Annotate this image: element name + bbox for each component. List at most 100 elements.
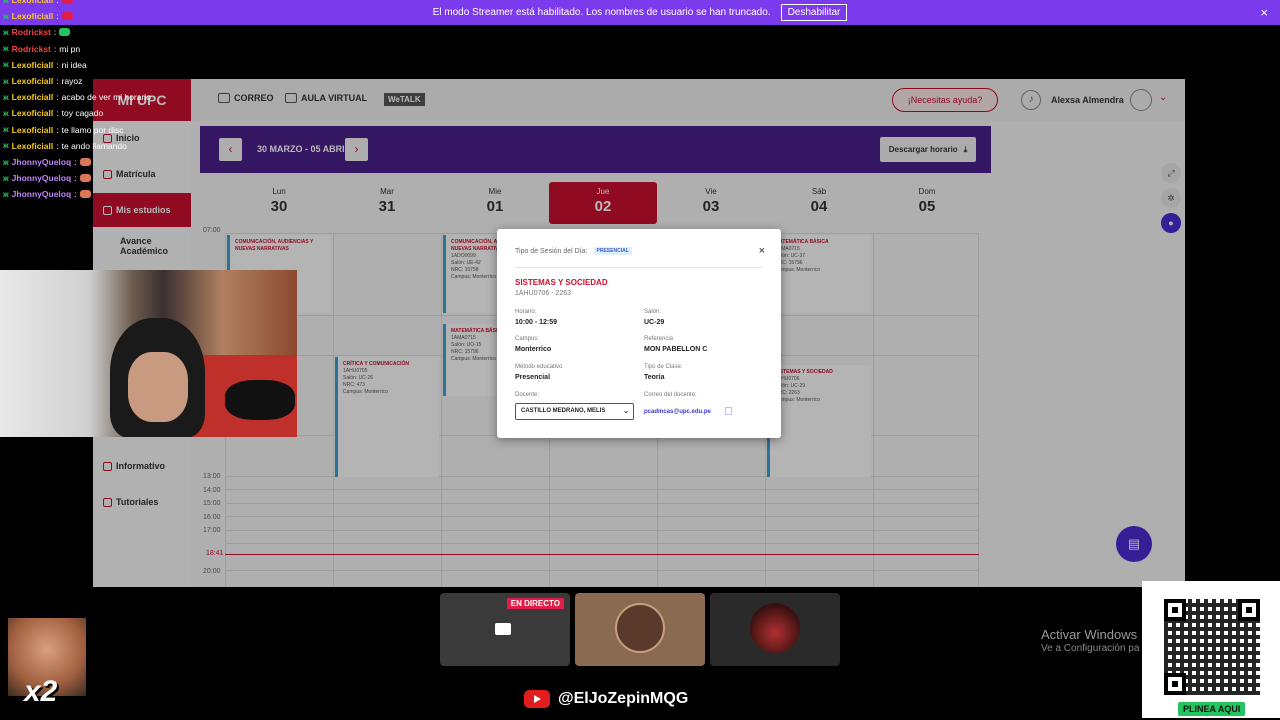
streamer-mode-banner: El modo Streamer está habilitado. Los no… bbox=[0, 0, 1280, 25]
campus-value: Monterrico bbox=[515, 346, 552, 353]
tipo-clase-label: Tipo de Clase: bbox=[644, 364, 683, 370]
chat-message: ж Rodrickst: mi pn bbox=[3, 44, 80, 54]
chat-username[interactable]: Lexoficiall bbox=[12, 92, 54, 102]
session-type-label: Tipo de Sesión del Día: bbox=[515, 247, 588, 255]
docente-label: Docente: bbox=[515, 392, 540, 398]
chat-separator: : bbox=[56, 124, 59, 135]
emote-icon bbox=[79, 174, 91, 183]
correo-label: Correo del docente: bbox=[644, 392, 697, 398]
emote-icon bbox=[79, 190, 91, 199]
horario-label: Horario: bbox=[515, 309, 537, 315]
chat-separator: : bbox=[74, 189, 77, 200]
webcam-person-face bbox=[128, 352, 188, 422]
mod-badge-icon: ж bbox=[3, 189, 9, 199]
mod-badge-icon: ж bbox=[3, 173, 9, 183]
chat-username[interactable]: JhonnyQueloq bbox=[12, 173, 72, 183]
mod-badge-icon: ж bbox=[3, 92, 9, 102]
chat-message: ж Lexoficiall: acabo de ver mi horario bbox=[3, 92, 151, 102]
chat-username[interactable]: Lexoficiall bbox=[12, 76, 54, 86]
course-title: SISTEMAS Y SOCIEDAD bbox=[515, 278, 608, 287]
qr-finder bbox=[1238, 599, 1260, 621]
chat-message: ж Lexoficiall: rayoz bbox=[3, 76, 82, 86]
close-icon[interactable]: × bbox=[759, 245, 765, 257]
qr-finder bbox=[1164, 673, 1186, 695]
divider bbox=[515, 267, 763, 268]
webcam-feed bbox=[0, 270, 297, 437]
chat-separator: : bbox=[56, 0, 59, 5]
disable-button[interactable]: Deshabilitar bbox=[780, 4, 848, 21]
mod-badge-icon: ж bbox=[3, 157, 9, 167]
mod-badge-icon: ж bbox=[3, 44, 9, 54]
referencia-label: Referencia bbox=[644, 336, 674, 342]
chat-username[interactable]: JhonnyQueloq bbox=[12, 189, 72, 199]
chat-separator: : bbox=[56, 76, 59, 86]
chat-text: te ando llamando bbox=[61, 140, 127, 151]
scene-thumbnail-night[interactable] bbox=[710, 593, 840, 666]
emote-icon bbox=[79, 158, 91, 166]
chat-separator: : bbox=[56, 140, 59, 151]
webcam-bag bbox=[225, 380, 295, 420]
salon-label: Salón: bbox=[644, 309, 662, 315]
teacher-email-link[interactable]: pcadmcas@upc.edu.pe bbox=[644, 409, 711, 415]
chat-separator: : bbox=[56, 92, 59, 103]
chat-username[interactable]: Lexoficiall bbox=[12, 0, 54, 5]
chat-separator: : bbox=[74, 173, 77, 184]
banner-message: El modo Streamer está habilitado. Los no… bbox=[432, 7, 771, 18]
chat-separator: : bbox=[56, 108, 59, 119]
emote-icon bbox=[61, 12, 73, 21]
activate-windows-title: Activar Windows bbox=[1041, 627, 1138, 642]
chat-username[interactable]: Lexoficiall bbox=[12, 60, 54, 70]
session-type: Tipo de Sesión del Día: PRESENCIAL bbox=[515, 247, 632, 255]
mod-badge-icon: ж bbox=[3, 108, 9, 118]
chat-username[interactable]: Lexoficiall bbox=[12, 11, 54, 21]
docente-select[interactable]: CASTILLO MEDRANO, MELIS ⌄ bbox=[515, 403, 634, 420]
chat-message: ж JhonnyQueloq: bbox=[3, 157, 91, 167]
course-code: 1AHU0706 - 2263 bbox=[515, 290, 572, 297]
chat-separator: : bbox=[56, 59, 59, 70]
horario-value: 10:00 - 12:59 bbox=[515, 319, 558, 326]
mod-badge-icon: ж bbox=[3, 0, 9, 5]
chat-message: ж Lexoficiall: te ando llamando bbox=[3, 141, 127, 151]
qr-code-panel: PLINEA AQUI bbox=[1142, 581, 1280, 718]
live-badge: EN DIRECTO bbox=[506, 598, 564, 609]
mod-badge-icon: ж bbox=[3, 76, 9, 86]
chat-username[interactable]: Lexoficiall bbox=[12, 141, 54, 151]
activate-windows-subtitle: Ve a Configuración pa bbox=[1041, 643, 1140, 654]
chevron-down-icon: ⌄ bbox=[623, 408, 629, 415]
x2-label: x2 bbox=[24, 675, 58, 708]
chat-text: rayoz bbox=[61, 76, 83, 86]
avatar bbox=[750, 603, 800, 653]
emote-icon bbox=[61, 0, 73, 4]
chat-separator: : bbox=[53, 27, 57, 38]
chat-message: ж Lexoficiall: toy cagado bbox=[3, 108, 103, 118]
docente-value: CASTILLO MEDRANO, MELIS bbox=[521, 408, 606, 414]
chat-message: ж Lexoficiall: te llamo por disc bbox=[3, 125, 124, 135]
campus-label: Campus: bbox=[515, 336, 540, 342]
copy-icon[interactable] bbox=[725, 407, 732, 415]
metodo-label: Método educativo bbox=[515, 364, 563, 370]
chat-username[interactable]: Lexoficiall bbox=[12, 108, 54, 118]
youtube-icon bbox=[524, 690, 550, 708]
chat-username[interactable]: Rodrickst bbox=[12, 27, 51, 37]
metodo-value: Presencial bbox=[515, 374, 551, 381]
chat-username[interactable]: JhonnyQueloq bbox=[12, 157, 72, 167]
chat-message: ж JhonnyQueloq: bbox=[3, 173, 91, 183]
scene-thumbnail-screen[interactable]: EN DIRECTO bbox=[440, 593, 570, 666]
chat-text: acabo de ver mi horario bbox=[61, 92, 151, 103]
qr-finder bbox=[1164, 599, 1186, 621]
plinea-button[interactable]: PLINEA AQUI bbox=[1178, 702, 1246, 716]
chat-message: ж Lexoficiall: ni idea bbox=[3, 60, 87, 70]
mod-badge-icon: ж bbox=[3, 27, 9, 37]
chat-text: toy cagado bbox=[61, 108, 104, 119]
chat-text: ni idea bbox=[61, 59, 87, 70]
handle-text: @ElJoZepinMQG bbox=[558, 690, 689, 707]
chat-username[interactable]: Rodrickst bbox=[12, 44, 51, 54]
close-icon[interactable]: × bbox=[1260, 5, 1268, 20]
chat-message: ж Rodrickst: bbox=[3, 27, 71, 38]
chat-username[interactable]: Lexoficiall bbox=[12, 125, 54, 135]
scene-thumbnail-person[interactable] bbox=[575, 593, 705, 666]
chat-message: ж Lexoficiall: bbox=[3, 0, 73, 5]
class-detail-modal: Tipo de Sesión del Día: PRESENCIAL × SIST… bbox=[497, 229, 781, 438]
referencia-value: MON PABELLON C bbox=[644, 346, 708, 353]
avatar bbox=[615, 603, 665, 653]
